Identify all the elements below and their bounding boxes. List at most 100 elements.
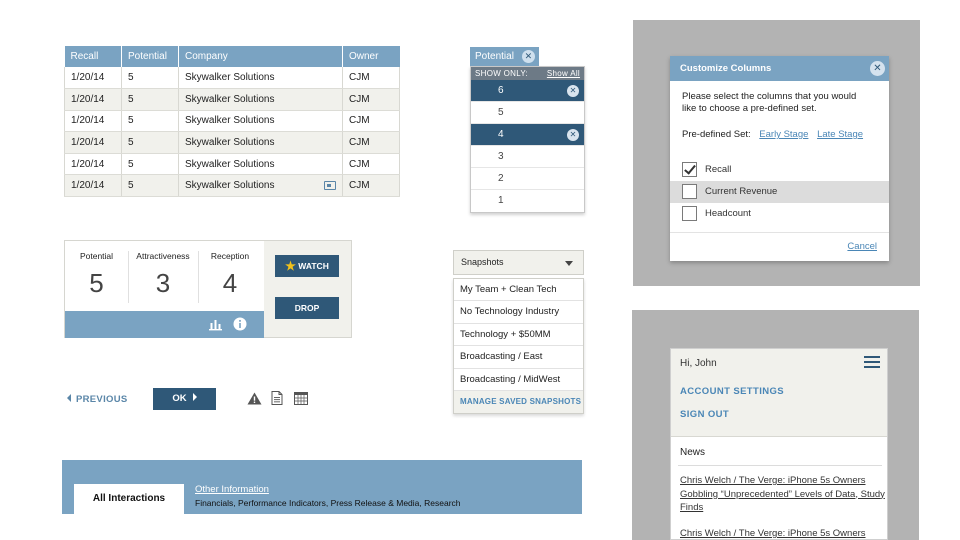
ok-label: OK	[172, 393, 187, 404]
snapshot-item[interactable]: No Technology Industry	[454, 301, 583, 324]
manage-snapshots-link[interactable]: MANAGE SAVED SNAPSHOTS	[454, 390, 583, 413]
tab-other-information-subtitle: Financials, Performance Indicators, Pres…	[195, 498, 461, 508]
snapshot-item[interactable]: Technology + $50MM	[454, 324, 583, 347]
news-heading: News	[680, 447, 706, 458]
attractiveness-score: Attractiveness 3	[128, 241, 198, 311]
bar-chart-icon[interactable]	[208, 317, 223, 331]
column-option-current-revenue[interactable]: Current Revenue	[670, 181, 889, 203]
cell-potential: 5	[121, 88, 179, 111]
document-icon[interactable]	[271, 391, 283, 405]
snapshots-label: Snapshots	[461, 257, 504, 267]
cell-recall: 1/20/14	[64, 88, 122, 111]
snapshots-menu: My Team + Clean Tech No Technology Indus…	[453, 278, 584, 414]
cell-recall: 1/20/14	[64, 153, 122, 176]
cell-company: Skywalker Solutions	[178, 174, 343, 198]
remove-icon[interactable]: ✕	[567, 129, 579, 141]
star-icon: ★	[285, 259, 296, 273]
cancel-link[interactable]: Cancel	[847, 241, 877, 252]
cell-owner: CJM	[342, 88, 400, 111]
table-row[interactable]: 1/20/14 5 Skywalker Solutions CJM	[64, 88, 400, 111]
reception-score: Reception 4	[198, 241, 262, 311]
potential-filter-label: Potential	[475, 51, 514, 62]
close-icon[interactable]: ✕	[870, 61, 885, 76]
account-settings-link[interactable]: ACCOUNT SETTINGS	[680, 386, 784, 397]
close-icon[interactable]: ✕	[521, 50, 535, 63]
filter-option-5[interactable]: 5	[471, 102, 584, 124]
tab-all-interactions[interactable]: All Interactions	[74, 484, 184, 514]
table-row[interactable]: 1/20/14 5 Skywalker Solutions CJM	[64, 174, 400, 198]
filter-option-2[interactable]: 2	[471, 168, 584, 190]
news-article-link[interactable]: Chris Welch / The Verge: iPhone 5s Owner…	[680, 474, 885, 515]
warning-icon[interactable]	[247, 392, 262, 405]
cell-owner: CJM	[342, 131, 400, 154]
snapshots-dropdown[interactable]: Snapshots	[453, 250, 584, 275]
table-row[interactable]: 1/20/14 5 Skywalker Solutions CJM	[64, 67, 400, 90]
filter-option-4[interactable]: 4 ✕	[471, 124, 584, 146]
news-article-link[interactable]: Chris Welch / The Verge: iPhone 5s Owner…	[680, 527, 885, 540]
dialog-description: Please select the columns that you would…	[682, 91, 857, 114]
cell-owner: CJM	[342, 110, 400, 133]
filter-option-1[interactable]: 1	[471, 190, 584, 212]
cell-potential: 5	[121, 131, 179, 154]
column-option-label: Recall	[705, 164, 732, 175]
filter-option-6[interactable]: 6 ✕	[471, 80, 584, 102]
info-icon[interactable]	[233, 317, 247, 331]
tab-other-information-title: Other Information	[195, 484, 269, 495]
cell-owner: CJM	[342, 153, 400, 176]
potential-filter-tab[interactable]: Potential ✕	[470, 47, 539, 66]
tab-other-information[interactable]: Other Information Financials, Performanc…	[195, 484, 461, 508]
table-row[interactable]: 1/20/14 5 Skywalker Solutions CJM	[64, 153, 400, 176]
ok-button[interactable]: OK	[153, 388, 216, 410]
accounts-table: Recall Potential Company Owner 1/20/14 5…	[64, 46, 400, 198]
attractiveness-score-value: 3	[155, 268, 171, 298]
filter-option-3[interactable]: 3	[471, 146, 584, 168]
predefined-set: Pre-defined Set: Early Stage Late Stage	[682, 129, 863, 140]
column-header-potential[interactable]: Potential	[121, 46, 179, 67]
column-option-headcount[interactable]: Headcount	[670, 203, 889, 225]
snapshot-item[interactable]: My Team + Clean Tech	[454, 279, 583, 302]
predefined-set-label: Pre-defined Set:	[682, 129, 751, 140]
show-all-link[interactable]: Show All	[547, 69, 580, 78]
hamburger-icon[interactable]	[864, 356, 880, 368]
filter-option-label: 5	[498, 107, 504, 118]
remove-icon[interactable]: ✕	[567, 85, 579, 97]
table-row[interactable]: 1/20/14 5 Skywalker Solutions CJM	[64, 131, 400, 154]
checkmark-icon[interactable]	[682, 162, 697, 177]
attractiveness-score-label: Attractiveness	[136, 251, 190, 261]
chevron-down-icon	[565, 261, 573, 266]
potential-filter: Potential ✕ SHOW ONLY: Show All 6 ✕ 5 4 …	[470, 47, 585, 213]
filter-option-label: 4	[498, 129, 504, 140]
calendar-icon[interactable]	[294, 391, 308, 405]
column-header-owner[interactable]: Owner	[342, 46, 400, 67]
column-header-recall[interactable]: Recall	[64, 46, 122, 67]
watch-button-label: WATCH	[298, 261, 329, 271]
sign-out-link[interactable]: SIGN OUT	[680, 409, 729, 420]
checkbox[interactable]	[682, 184, 697, 199]
interactions-tabs: All Interactions Other Information Finan…	[62, 460, 582, 514]
checkbox[interactable]	[682, 206, 697, 221]
column-option-label: Headcount	[705, 208, 751, 219]
previous-link[interactable]: PREVIOUS	[67, 394, 128, 405]
late-stage-link[interactable]: Late Stage	[817, 129, 863, 140]
column-option-recall[interactable]: Recall	[670, 159, 889, 181]
cell-company: Skywalker Solutions	[178, 110, 343, 133]
snapshot-item[interactable]: Broadcasting / MidWest	[454, 369, 583, 391]
chevron-right-icon	[192, 393, 197, 401]
watch-button[interactable]: ★ WATCH	[275, 255, 339, 277]
filter-option-label: 3	[498, 151, 504, 162]
cell-company: Skywalker Solutions	[178, 88, 343, 111]
cell-potential: 5	[121, 67, 179, 90]
snapshot-item[interactable]: Broadcasting / East	[454, 346, 583, 369]
potential-filter-panel: SHOW ONLY: Show All 6 ✕ 5 4 ✕ 3 2 1	[470, 66, 585, 213]
reception-score-label: Reception	[210, 251, 250, 261]
mobile-menu-panel: Hi, John ACCOUNT SETTINGS SIGN OUT News …	[670, 348, 888, 540]
cell-recall: 1/20/14	[64, 174, 122, 198]
score-card-toolbar	[65, 311, 264, 338]
reception-score-value: 4	[222, 268, 238, 298]
drop-button[interactable]: DROP	[275, 297, 339, 319]
table-row[interactable]: 1/20/14 5 Skywalker Solutions CJM	[64, 110, 400, 133]
card-icon[interactable]	[324, 181, 336, 191]
column-header-company[interactable]: Company	[178, 46, 343, 67]
filter-option-label: 2	[498, 173, 504, 184]
early-stage-link[interactable]: Early Stage	[759, 129, 808, 140]
